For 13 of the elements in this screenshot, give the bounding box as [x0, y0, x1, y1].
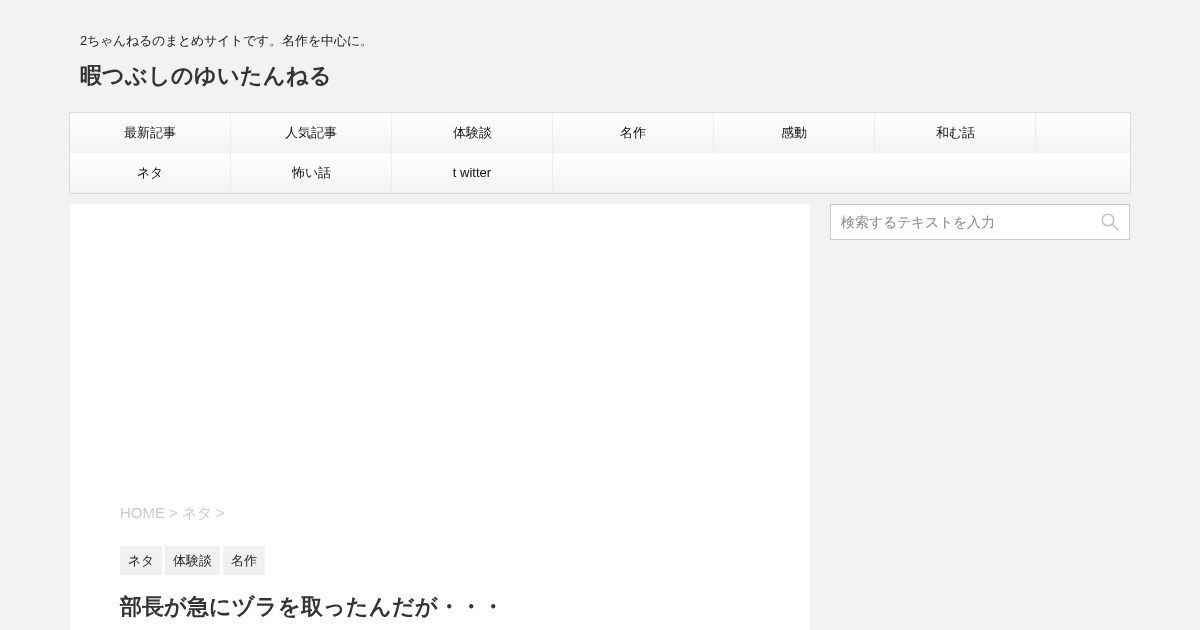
category-tag[interactable]: ネタ — [120, 546, 162, 575]
search-icon[interactable] — [1101, 213, 1119, 231]
category-tag[interactable]: 名作 — [223, 546, 265, 575]
search-field[interactable]: 検索するテキストを入力 — [830, 204, 1130, 240]
breadcrumb-separator: > — [215, 503, 225, 523]
nav-link[interactable]: 怖い話 — [231, 153, 392, 193]
breadcrumb-separator: > — [169, 503, 178, 523]
article-title: 部長が急にヅラを取ったんだが・・・ — [120, 593, 504, 621]
site-description: 2ちゃんねるのまとめサイトです。名作を中心に。 — [80, 32, 374, 50]
nav-link[interactable]: ネタ — [70, 153, 231, 193]
site-title[interactable]: 暇つぶしのゆいたんねる — [80, 61, 332, 91]
category-tag[interactable]: 体験談 — [165, 546, 220, 575]
nav-link[interactable]: t witter — [392, 153, 553, 193]
